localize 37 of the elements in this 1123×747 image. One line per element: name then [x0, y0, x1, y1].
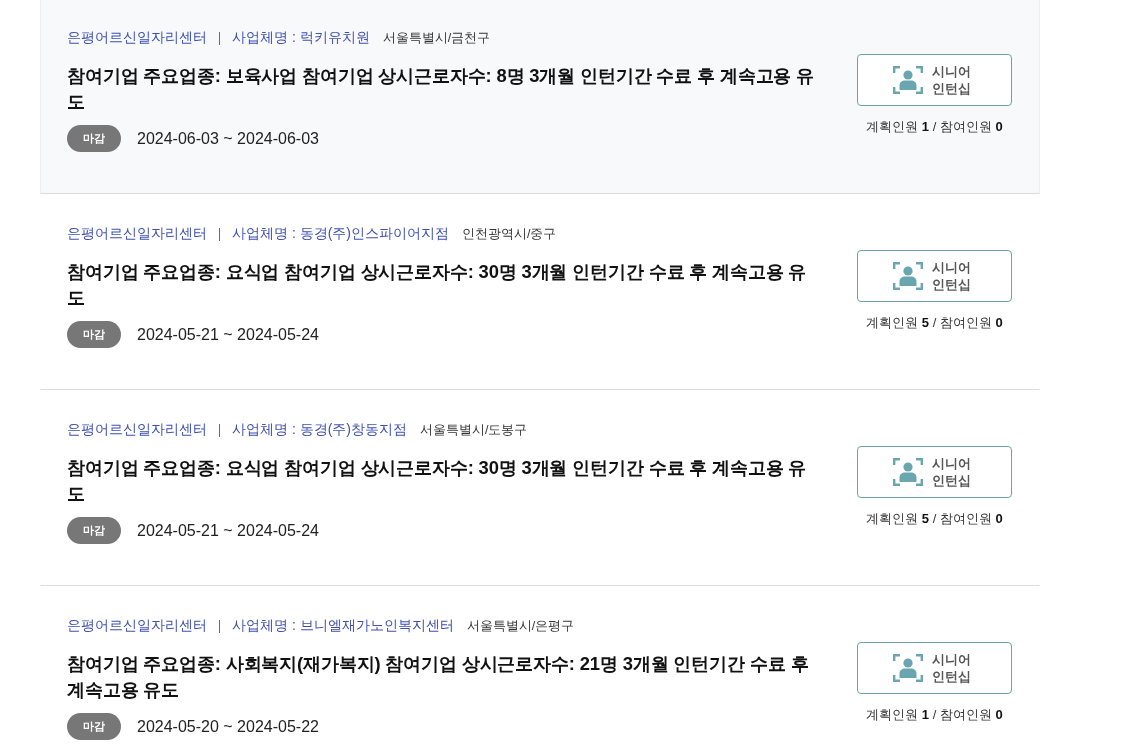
region-text: 인천광역시/중구	[462, 225, 557, 243]
listing-row[interactable]: 은평어르신일자리센터 사업체명 : 럭키유치원 서울특별시/금천구 참여기업 주요업종: 보육사업 참여기업 상시근로자수: 8명 3개월 인턴기간 수료 후 계속고용 유도 마감 2024-06-03 ~ 2024-06-03 시니어 인턴십 계획인원 1 / 참여인원 0	[40, 0, 1040, 194]
listing-title: 참여기업 주요업종: 사회복지(재가복지) 참여기업 상시근로자수: 21명 3개월 인턴기간 수료 후 계속고용 유도	[67, 652, 810, 702]
person-icon	[893, 654, 923, 682]
listing-title: 참여기업 주요업종: 요식업 참여기업 상시근로자수: 30명 3개월 인턴기간 수료 후 계속고용 유도	[67, 456, 808, 506]
period-text: 2024-06-03 ~ 2024-06-03	[137, 129, 319, 148]
headcount-text: 계획인원 5 / 참여인원 0	[866, 510, 1003, 528]
company-name: 사업체명 : 럭키유치원	[232, 29, 370, 47]
center-name: 은평어르신일자리센터	[67, 421, 207, 439]
status-badge: 마감	[67, 125, 121, 152]
person-icon	[893, 262, 923, 290]
listing-title: 참여기업 주요업종: 보육사업 참여기업 상시근로자수: 8명 3개월 인턴기간 수료 후 계속고용 유도	[67, 64, 816, 114]
status-badge: 마감	[67, 517, 121, 544]
period-text: 2024-05-21 ~ 2024-05-24	[137, 521, 319, 540]
company-name: 사업체명 : 동경(주)창동지점	[232, 421, 407, 439]
center-name: 은평어르신일자리센터	[67, 617, 207, 635]
company-name: 사업체명 : 동경(주)인스파이어지점	[232, 225, 449, 243]
region-text: 서울특별시/금천구	[382, 29, 491, 47]
headcount-text: 계획인원 1 / 참여인원 0	[866, 706, 1003, 724]
region-text: 서울특별시/도봉구	[420, 421, 528, 439]
program-button[interactable]: 시니어 인턴십	[857, 642, 1012, 694]
period-text: 2024-05-20 ~ 2024-05-22	[137, 717, 319, 736]
company-name: 사업체명 : 브니엘재가노인복지센터	[232, 617, 454, 635]
region-text: 서울특별시/은평구	[466, 617, 575, 635]
center-name: 은평어르신일자리센터	[67, 225, 207, 243]
person-icon	[893, 66, 923, 94]
center-name: 은평어르신일자리센터	[67, 29, 207, 47]
program-button[interactable]: 시니어 인턴십	[857, 446, 1012, 498]
person-icon	[893, 458, 923, 486]
status-badge: 마감	[67, 321, 121, 348]
program-button[interactable]: 시니어 인턴십	[857, 250, 1012, 302]
program-button[interactable]: 시니어 인턴십	[857, 54, 1012, 106]
listing-title: 참여기업 주요업종: 요식업 참여기업 상시근로자수: 30명 3개월 인턴기간 수료 후 계속고용 유도	[67, 260, 808, 310]
headcount-text: 계획인원 5 / 참여인원 0	[866, 314, 1003, 332]
headcount-text: 계획인원 1 / 참여인원 0	[866, 118, 1003, 136]
status-badge: 마감	[67, 713, 121, 740]
period-text: 2024-05-21 ~ 2024-05-24	[137, 325, 319, 344]
